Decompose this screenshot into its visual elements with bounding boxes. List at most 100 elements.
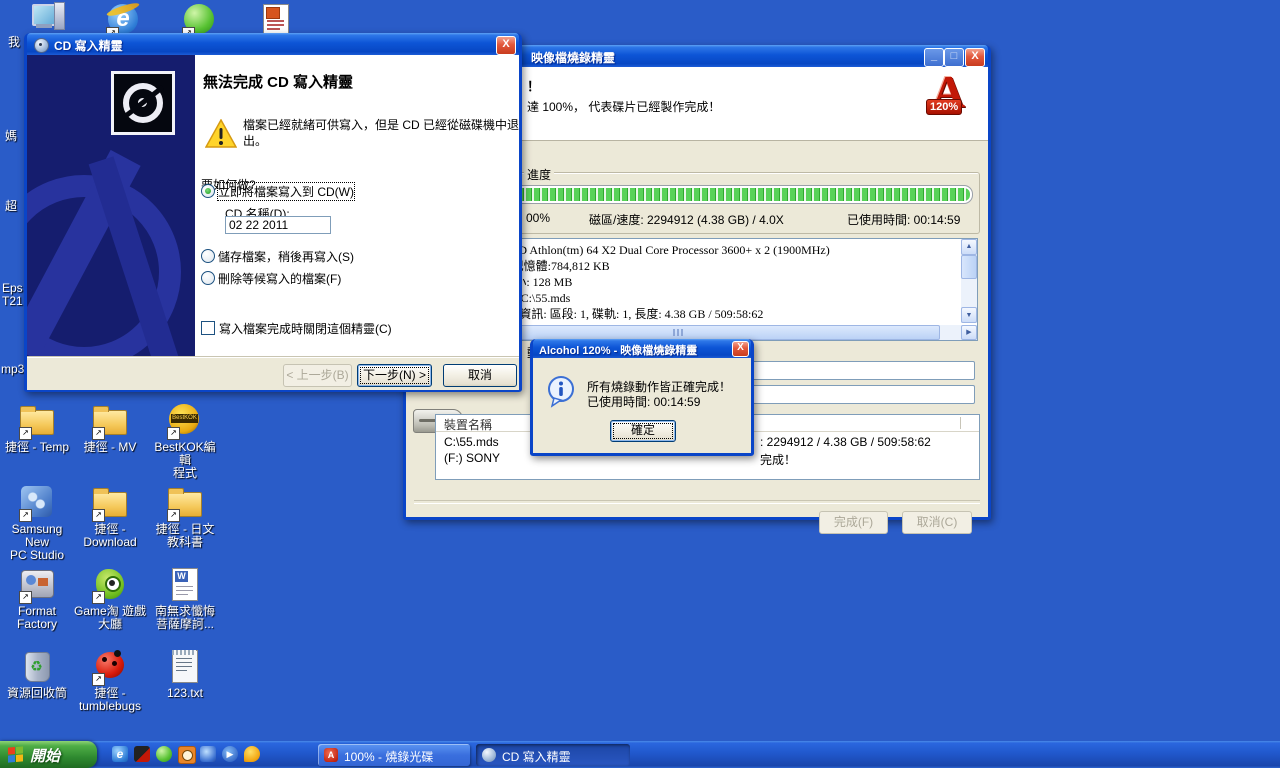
icon-label: 捷徑 - Download (83, 522, 137, 549)
shortcut-arrow-icon: ↗ (19, 427, 32, 440)
start-button[interactable]: 開始 (0, 741, 97, 768)
warning-icon (204, 118, 238, 149)
desktop-icon-tumblebugs[interactable]: ↗ 捷徑 - tumblebugs (74, 648, 146, 713)
message-line-2: 已使用時間: 00:14:59 (587, 395, 701, 409)
next-button[interactable]: 下一步(N) > (357, 364, 432, 387)
taskbutton-label: CD 寫入精靈 (502, 750, 571, 764)
shortcut-arrow-icon: ↗ (92, 591, 105, 604)
radio-button-icon[interactable] (201, 249, 215, 263)
back-button[interactable]: < 上一步(B) (283, 364, 352, 387)
folder-icon: ↗ (92, 402, 128, 440)
desktop-icon-temp[interactable]: ↗ 捷徑 - Temp (1, 402, 73, 454)
cancel-button[interactable]: 取消(C) (902, 511, 972, 534)
radio-label[interactable]: 立即將檔案寫入到 CD(W) (217, 182, 355, 201)
recycle-bin-icon: ♻ (19, 648, 55, 684)
radio-button-icon[interactable] (201, 271, 215, 285)
desktop: e ↗ ↗ 我 媽 超 Eps T21 mp3 ↗ 捷徑 - Temp ↗ 捷徑… (0, 0, 1280, 768)
icon-label: 南無求懺悔 菩薩摩訶... (154, 604, 215, 631)
desktop-icon-japanese-textbook[interactable]: ↗ 捷徑 - 日文 教科書 (149, 484, 221, 549)
progress-group-label: 進度 (524, 166, 555, 183)
scroll-up-icon[interactable]: ▲ (961, 239, 977, 255)
quicklaunch-alcohol-120-icon[interactable] (134, 746, 150, 762)
quicklaunch-messenger-icon[interactable] (200, 746, 216, 762)
taskbutton-alcohol-burning[interactable]: A 100% - 燒錄光碟 (318, 744, 470, 766)
cd-wizard-titlebar[interactable]: CD 寫入精靈 X (27, 33, 519, 55)
taskbutton-cd-wizard[interactable]: CD 寫入精靈 (476, 744, 630, 766)
header-title-fragment: ！ (527, 79, 541, 94)
checkbox-icon[interactable] (201, 321, 215, 335)
finish-button[interactable]: 完成(F) (819, 511, 888, 534)
close-button[interactable]: X (496, 36, 516, 55)
desktop-icon-word-doc[interactable]: W 南無求懺悔 菩薩摩訶... (149, 566, 221, 631)
shortcut-arrow-icon: ↗ (19, 509, 32, 522)
quicklaunch-foxy-icon[interactable] (244, 746, 260, 762)
icon-label: Samsung New PC Studio (9, 522, 65, 562)
desktop-icon-bestkok[interactable]: BestKOK ↗ BestKOK編輯 程式 (149, 402, 221, 480)
close-button[interactable]: X (965, 48, 985, 67)
checkbox-label[interactable]: 寫入檔案完成時關閉這個精靈(C) (219, 320, 392, 337)
quicklaunch-pps-icon[interactable] (156, 746, 172, 762)
device-row-source[interactable]: C:\55.mds (444, 435, 499, 449)
quicklaunch-media-player-icon[interactable]: ▶ (222, 746, 238, 762)
radio-label[interactable]: 刪除等候寫入的檔案(F) (218, 270, 341, 287)
samsung-pc-studio-icon: ↗ (19, 484, 55, 522)
taskbar: 開始 e ▶ A 100% - 燒錄光碟 CD 寫入精靈 CH ! ✓ ATI … (0, 741, 1280, 768)
desktop-icon-mv[interactable]: ↗ 捷徑 - MV (74, 402, 146, 454)
warning-text: 檔案已經就緒可供寫入，但是 CD 已經從磁碟機中退出。 (243, 118, 520, 148)
device-row-drive[interactable]: (F:) SONY (444, 451, 500, 465)
folder-icon: ↗ (19, 402, 55, 440)
scroll-down-icon[interactable]: ▼ (961, 307, 977, 323)
windows-flag-icon (8, 746, 23, 763)
vertical-scrollbar[interactable]: ▲ ▼ (961, 239, 977, 323)
icon-label: 捷徑 - 日文 教科書 (155, 522, 215, 549)
wizard-button-strip: < 上一步(B) 下一步(N) > 取消 (27, 356, 519, 390)
quicklaunch-clock-icon[interactable] (178, 746, 196, 764)
my-computer-icon (30, 0, 66, 36)
info-icon (546, 376, 578, 408)
folder-icon: ↗ (92, 484, 128, 522)
start-label: 開始 (30, 748, 61, 765)
desktop-icon-123-txt[interactable]: 123.txt (149, 648, 221, 700)
notepad-file-icon (167, 648, 203, 684)
vertical-scroll-thumb[interactable] (961, 255, 977, 279)
hidden-icon-label-fragment: mp3 (1, 362, 25, 376)
elapsed-time-text: 已使用時間: 00:14:59 (847, 213, 961, 227)
hidden-icon-label-fragment: 超 (5, 199, 18, 213)
cd-name-input[interactable] (225, 216, 331, 234)
close-button[interactable]: X (732, 341, 749, 357)
desktop-icon-samsung-pc-studio[interactable]: ↗ Samsung New PC Studio (1, 484, 73, 562)
shortcut-arrow-icon: ↗ (92, 427, 105, 440)
window-title: 映像檔燒錄精靈 (531, 51, 616, 65)
ok-button[interactable]: 確定 (610, 420, 676, 442)
icon-label: 捷徑 - Temp (4, 440, 69, 454)
hidden-icon-label-fragment: Eps (2, 281, 23, 295)
quicklaunch-internet-explorer-icon[interactable]: e (112, 746, 128, 762)
window-title: Alcohol 120% - 映像檔燒錄精靈 (539, 345, 698, 357)
shortcut-arrow-icon: ↗ (167, 427, 180, 440)
cd-writing-wizard-dialog: CD 寫入精靈 X 無法完成 CD 寫入精靈 檔案已經就緒可供寫入，但是 CD … (24, 33, 522, 392)
device-row-source-detail: : 2294912 / 4.38 GB / 509:58:62 (760, 435, 931, 449)
shortcut-arrow-icon: ↗ (92, 673, 105, 686)
icon-label: 123.txt (166, 686, 204, 700)
scroll-right-icon[interactable]: ▶ (961, 325, 977, 340)
alcohol-120-logo-icon: A 120% (924, 66, 982, 131)
window-title: CD 寫入精靈 (54, 39, 123, 53)
messagebox-titlebar[interactable]: Alcohol 120% - 映像檔燒錄精靈 X (533, 339, 751, 358)
hidden-icon-label-fragment: 我 (8, 35, 21, 49)
ladybug-icon: ↗ (92, 648, 128, 686)
cd-emblem-icon (111, 71, 175, 135)
radio-label[interactable]: 儲存檔案，稍後再寫入(S) (218, 248, 354, 265)
desktop-icon-gametao[interactable]: ↗ Game淘 遊戲 大廳 (74, 566, 146, 631)
radio-button-icon[interactable] (201, 184, 215, 198)
cancel-button[interactable]: 取消 (443, 364, 517, 387)
desktop-icon-my-computer[interactable] (12, 0, 84, 36)
cd-write-task-icon (482, 748, 496, 762)
icon-label: Format Factory (16, 604, 57, 631)
desktop-icon-format-factory[interactable]: ↗ Format Factory (1, 566, 73, 631)
icon-label: Game淘 遊戲 大廳 (74, 604, 147, 631)
desktop-icon-download[interactable]: ↗ 捷徑 - Download (74, 484, 146, 549)
shortcut-arrow-icon: ↗ (167, 509, 180, 522)
format-factory-icon: ↗ (19, 566, 55, 604)
gametao-icon: ↗ (92, 566, 128, 604)
desktop-icon-recycle-bin[interactable]: ♻ 資源回收筒 (1, 648, 73, 700)
